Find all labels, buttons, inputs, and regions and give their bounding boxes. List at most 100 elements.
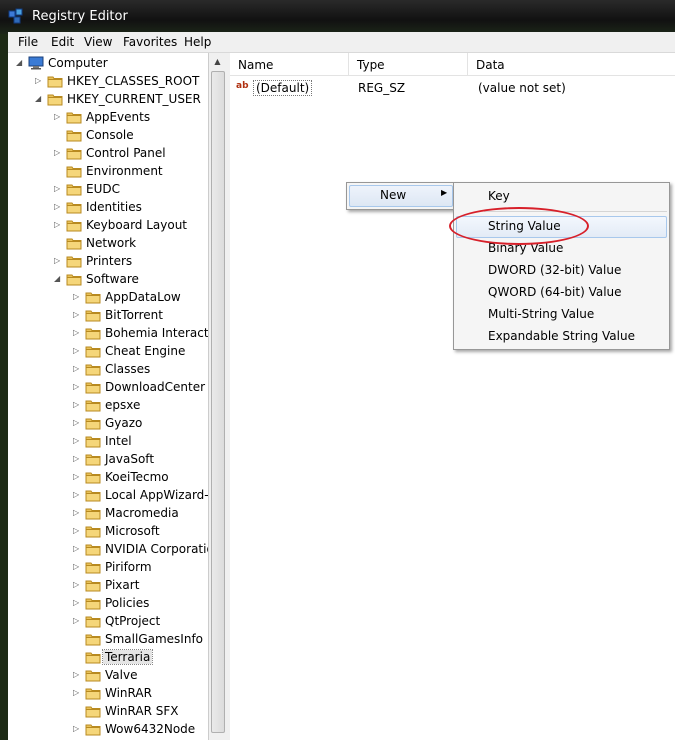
window-title: Registry Editor [32,9,128,24]
tree-node-label: WinRAR [105,686,152,700]
registry-editor-app-icon [8,8,26,24]
expand-arrow-icon[interactable]: ▷ [54,220,63,229]
tree-node-label: Piriform [105,560,152,574]
values-list[interactable]: Name Type Data ab (Default) REG_SZ (valu… [230,53,675,740]
folder-icon [85,686,101,700]
column-header-name[interactable]: Name [230,53,349,76]
tree-node-label: Policies [105,596,150,610]
tree-node-label: Valve [105,668,138,682]
expand-arrow-icon[interactable]: ▷ [73,490,82,499]
tree-node-label: EUDC [86,182,120,196]
annotation-ellipse [449,207,589,245]
expand-arrow-icon[interactable]: ▷ [73,724,82,733]
expand-arrow-icon[interactable]: ▷ [73,310,82,319]
expand-arrow-icon[interactable]: ▷ [73,346,82,355]
tree-node-label: Intel [105,434,132,448]
tree-node-label: Bohemia Interactiv [105,326,209,340]
menu-file[interactable]: File [18,35,38,49]
scroll-thumb[interactable] [211,71,225,733]
collapse-arrow-icon[interactable]: ◢ [35,94,44,103]
expand-arrow-icon[interactable]: ▷ [73,328,82,337]
expand-arrow-icon[interactable]: ▷ [73,544,82,553]
tree-node-label: Console [86,128,134,142]
expand-arrow-icon[interactable]: ▷ [73,580,82,589]
expand-arrow-icon[interactable]: ▷ [73,292,82,301]
folder-icon [66,200,82,214]
expand-arrow-icon[interactable]: ▷ [73,382,82,391]
folder-icon [85,560,101,574]
folder-icon [85,470,101,484]
collapse-arrow-icon[interactable]: ◢ [54,274,63,283]
submenu-item-label: Expandable String Value [488,329,635,343]
expand-arrow-icon[interactable]: ▷ [73,670,82,679]
folder-icon [66,164,82,178]
expand-arrow-icon[interactable]: ▷ [54,112,63,121]
folder-icon [66,146,82,160]
expand-arrow-icon[interactable]: ▷ [73,508,82,517]
expand-arrow-icon[interactable]: ▷ [54,148,63,157]
value-row-default[interactable]: ab (Default) REG_SZ (value not set) [230,77,675,97]
expand-arrow-icon[interactable]: ▷ [73,454,82,463]
expand-arrow-icon[interactable]: ▷ [54,184,63,193]
tree-node-label: Local AppWizard- [105,488,209,502]
value-type: REG_SZ [358,81,406,95]
folder-icon [85,704,101,718]
tree-node-label: Microsoft [105,524,160,538]
tree-node-label: JavaSoft [105,452,155,466]
tree-node-label: Computer [48,56,108,70]
string-value-icon: ab [236,81,249,91]
column-header-data[interactable]: Data [468,53,675,76]
submenu-item-dword-32-bit-value[interactable]: DWORD (32-bit) Value [454,259,669,281]
menu-bar: File Edit View Favorites Help [8,32,675,53]
expand-arrow-icon[interactable]: ▷ [73,418,82,427]
expand-arrow-icon[interactable]: ▷ [73,598,82,607]
folder-icon [85,362,101,376]
folder-icon [85,290,101,304]
menu-edit[interactable]: Edit [51,35,74,49]
expand-arrow-icon[interactable]: ▷ [73,472,82,481]
tree-node-label: Cheat Engine [105,344,186,358]
tree-scrollbar[interactable]: ▲ [208,53,226,740]
expand-arrow-icon[interactable]: ▷ [54,202,63,211]
expand-arrow-icon[interactable]: ▷ [73,400,82,409]
expand-arrow-icon[interactable]: ▷ [73,562,82,571]
expand-arrow-icon[interactable]: ▷ [35,76,44,85]
title-bar[interactable]: Registry Editor [0,0,675,34]
tree-node-label: Printers [86,254,133,268]
expand-arrow-icon[interactable]: ▷ [73,436,82,445]
tree-node-label: Identities [86,200,142,214]
menu-item-new[interactable]: New ▶ [347,184,455,207]
expand-arrow-icon[interactable]: ▷ [73,364,82,373]
folder-icon [66,236,82,250]
menu-favorites[interactable]: Favorites [123,35,177,49]
tree-node-label: Gyazo [105,416,143,430]
submenu-item-expandable-string-value[interactable]: Expandable String Value [454,325,669,347]
expand-arrow-icon[interactable]: ▷ [73,616,82,625]
tree-node-label: epsxe [105,398,141,412]
computer-icon [28,56,44,70]
folder-icon [85,326,101,340]
menu-help[interactable]: Help [184,35,211,49]
submenu-item-key[interactable]: Key [454,185,669,207]
expand-arrow-icon[interactable]: ▷ [73,526,82,535]
registry-tree[interactable]: ◢ Computer ▷ HKEY_CLASSES_ROOT ◢ HKEY_CURRENT… [8,53,209,740]
tree-node-label: SmallGamesInfo [105,632,204,646]
tree-node-label: HKEY_CLASSES_ROOT [67,74,200,88]
folder-icon [47,74,63,88]
tree-node-label: Classes [105,362,151,376]
tree-node-label: HKEY_CURRENT_USER [67,92,201,106]
collapse-arrow-icon[interactable]: ◢ [16,58,25,67]
value-name: (Default) [252,80,313,96]
submenu-item-qword-64-bit-value[interactable]: QWORD (64-bit) Value [454,281,669,303]
menu-view[interactable]: View [84,35,112,49]
scroll-up-arrow-icon[interactable]: ▲ [209,53,226,70]
folder-icon [85,398,101,412]
folder-icon [47,92,63,106]
submenu-item-multi-string-value[interactable]: Multi-String Value [454,303,669,325]
expand-arrow-icon[interactable]: ▷ [73,688,82,697]
submenu-item-label: Key [488,189,510,203]
expand-arrow-icon[interactable]: ▷ [54,256,63,265]
tree-node-label: Wow6432Node [105,722,196,736]
folder-icon [66,110,82,124]
column-header-type[interactable]: Type [349,53,468,76]
